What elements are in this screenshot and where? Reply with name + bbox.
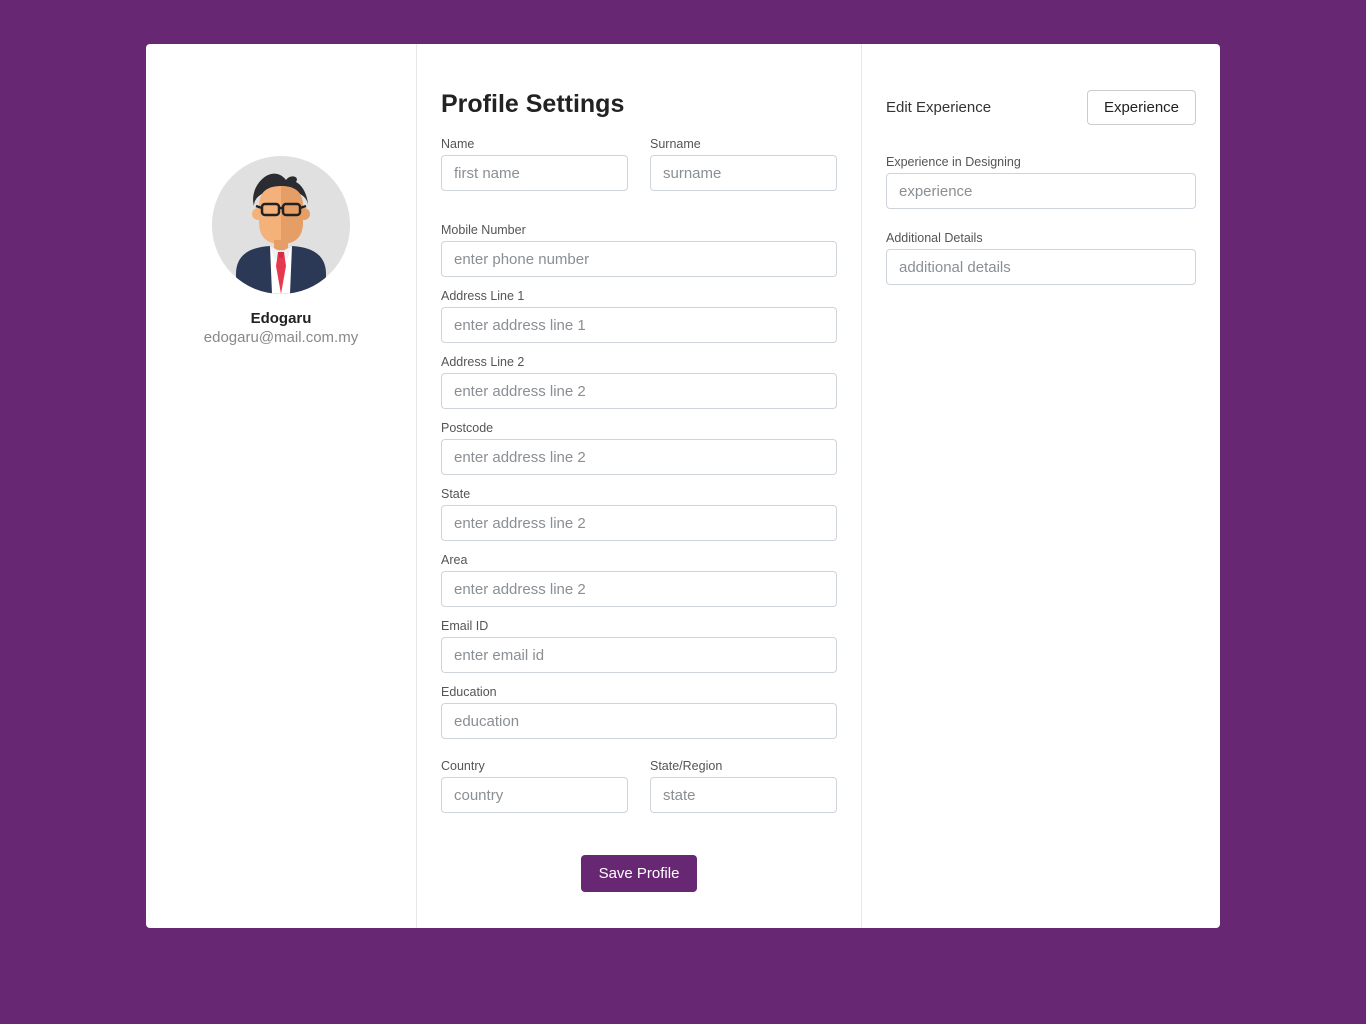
experience-design-label: Experience in Designing bbox=[886, 155, 1196, 169]
name-label: Name bbox=[441, 137, 628, 151]
area-label: Area bbox=[441, 553, 837, 567]
state-input[interactable] bbox=[441, 505, 837, 541]
surname-input[interactable] bbox=[650, 155, 837, 191]
page-title: Profile Settings bbox=[441, 90, 837, 119]
experience-button[interactable]: Experience bbox=[1087, 90, 1196, 125]
name-input[interactable] bbox=[441, 155, 628, 191]
emailid-label: Email ID bbox=[441, 619, 837, 633]
profile-settings-panel: Profile Settings Name Surname Mobile Num… bbox=[417, 44, 862, 928]
country-label: Country bbox=[441, 759, 628, 773]
postcode-label: Postcode bbox=[441, 421, 837, 435]
country-input[interactable] bbox=[441, 777, 628, 813]
address2-label: Address Line 2 bbox=[441, 355, 837, 369]
settings-card: Edogaru edogaru@mail.com.my Profile Sett… bbox=[146, 44, 1220, 928]
save-profile-button[interactable]: Save Profile bbox=[581, 855, 698, 892]
address2-input[interactable] bbox=[441, 373, 837, 409]
address1-label: Address Line 1 bbox=[441, 289, 837, 303]
postcode-input[interactable] bbox=[441, 439, 837, 475]
edit-experience-title: Edit Experience bbox=[886, 99, 991, 116]
area-input[interactable] bbox=[441, 571, 837, 607]
experience-panel: Edit Experience Experience Experience in… bbox=[862, 44, 1220, 928]
emailid-input[interactable] bbox=[441, 637, 837, 673]
profile-sidebar: Edogaru edogaru@mail.com.my bbox=[146, 44, 417, 928]
mobile-label: Mobile Number bbox=[441, 223, 837, 237]
address1-input[interactable] bbox=[441, 307, 837, 343]
profile-username: Edogaru bbox=[251, 310, 312, 327]
surname-label: Surname bbox=[650, 137, 837, 151]
education-label: Education bbox=[441, 685, 837, 699]
stateregion-label: State/Region bbox=[650, 759, 837, 773]
state-label: State bbox=[441, 487, 837, 501]
avatar bbox=[212, 156, 350, 294]
profile-email: edogaru@mail.com.my bbox=[204, 329, 358, 346]
education-input[interactable] bbox=[441, 703, 837, 739]
additional-details-label: Additional Details bbox=[886, 231, 1196, 245]
experience-design-input[interactable] bbox=[886, 173, 1196, 209]
additional-details-input[interactable] bbox=[886, 249, 1196, 285]
stateregion-input[interactable] bbox=[650, 777, 837, 813]
mobile-input[interactable] bbox=[441, 241, 837, 277]
